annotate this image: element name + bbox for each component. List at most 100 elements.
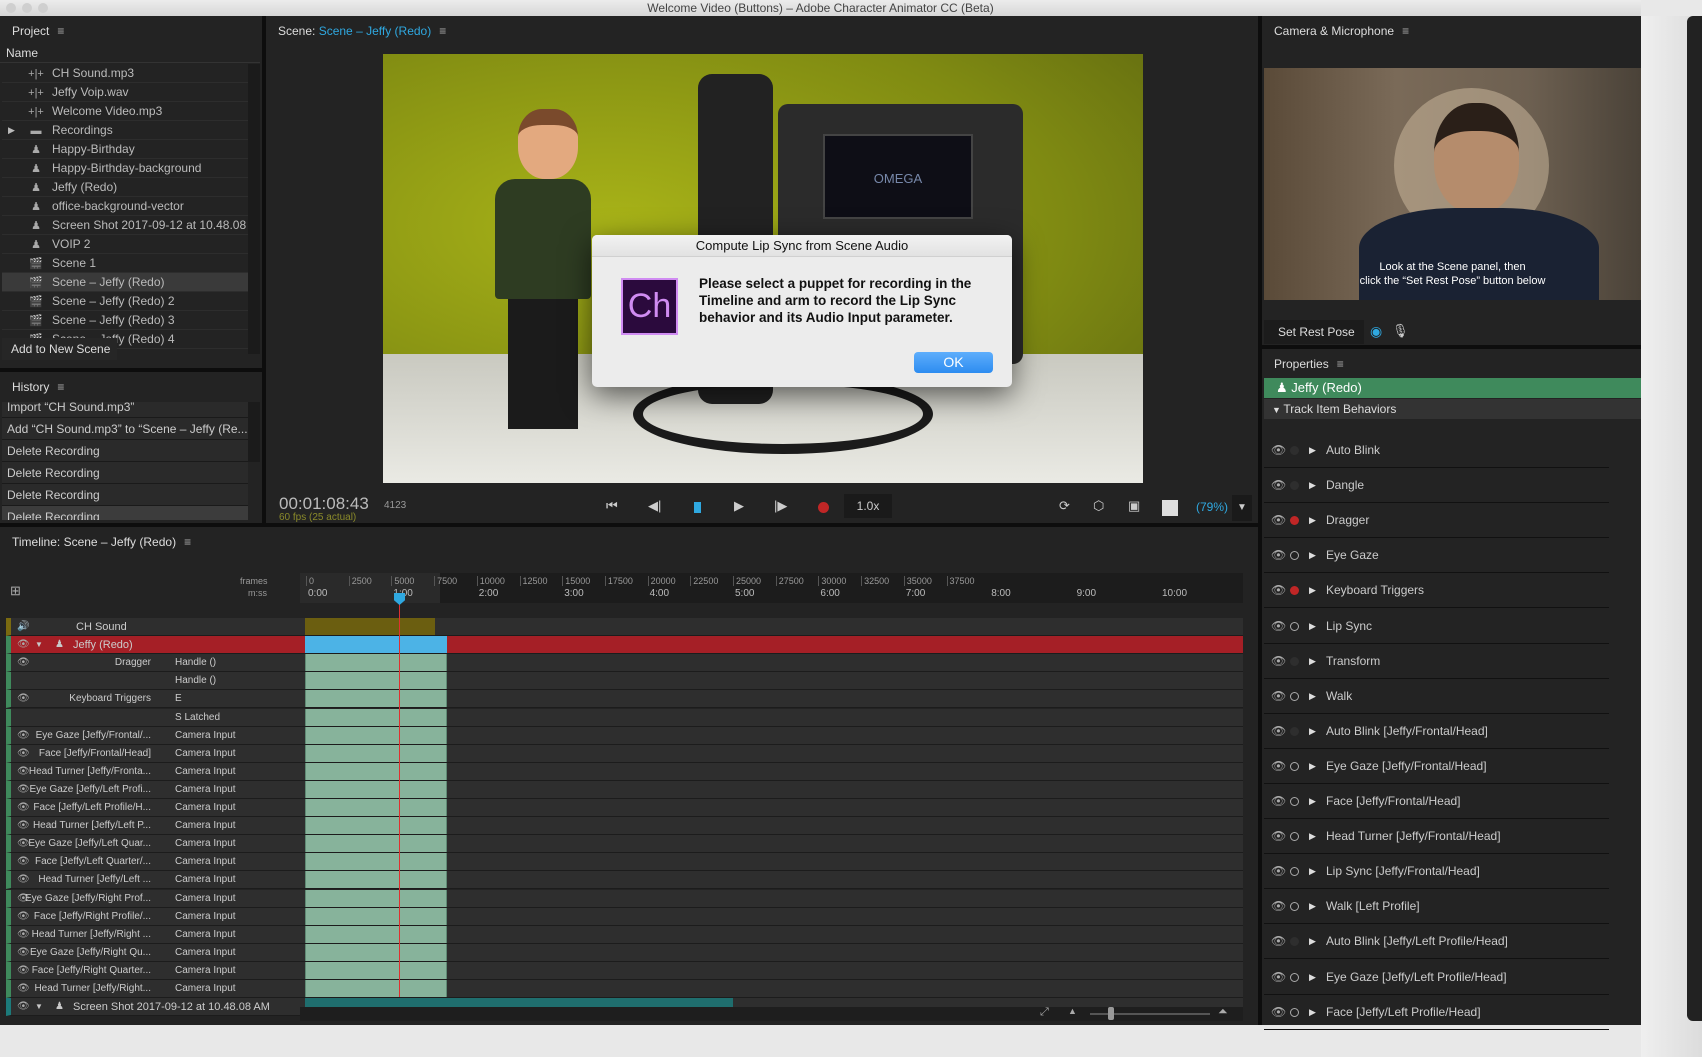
timeline-options-icon[interactable]: ⊞ [10,583,21,599]
step-back-icon[interactable]: ◀| [648,498,661,514]
eye-icon[interactable]: 👁 [17,853,30,871]
eye-icon[interactable]: 👁 [1271,819,1286,854]
timeline-track[interactable]: 👁 Camera Input Head Turner [Jeffy/Right ..… [6,925,1243,944]
eye-icon[interactable]: 👁 [1271,889,1286,924]
timeline-track[interactable]: 👁 Camera Input Eye Gaze [Jeffy/Left Quar..… [6,835,1243,854]
eye-icon[interactable]: 👁 [1271,433,1286,468]
eye-icon[interactable]: 👁 [1271,468,1286,503]
behavior-row[interactable]: 👁 ▶ Dangle [1264,468,1609,504]
recording-clip[interactable] [305,726,447,744]
timeline-track[interactable]: 👁 Camera Input Head Turner [Jeffy/Left ... [6,871,1243,890]
expand-triangle-icon[interactable]: ▶ [1309,644,1316,679]
stop-icon[interactable] [694,502,701,513]
eye-icon[interactable]: 👁 [1271,854,1286,889]
expand-triangle-icon[interactable]: ▶ [1309,679,1316,714]
go-to-start-icon[interactable]: ⏮ [606,498,618,514]
zoom-out-icon[interactable]: ▲ [1068,1006,1077,1016]
timeline-track[interactable]: 👁 Camera Input Face [Jeffy/Left Quarter/..… [6,853,1243,872]
recording-clip[interactable] [305,744,447,762]
eye-icon[interactable]: 👁 [1271,679,1286,714]
track-item-behaviors-section[interactable]: ▼ Track Item Behaviors [1264,399,1641,419]
eye-icon[interactable]: 👁 [17,926,30,944]
arm-record-icon[interactable] [1290,481,1299,491]
timeline-track[interactable]: 👁 Camera Input Eye Gaze [Jeffy/Frontal/... [6,726,1243,745]
behavior-row[interactable]: 👁 ▶ Walk [1264,679,1609,714]
eye-icon[interactable]: 👁 [17,908,30,926]
timeline-track[interactable]: 👁 Camera Input Eye Gaze [Jeffy/Right Qu... [6,943,1243,962]
eye-icon[interactable]: 👁 [1271,503,1286,538]
puppet-track-bar[interactable] [305,636,447,654]
expand-triangle-icon[interactable]: ▶ [1309,538,1316,573]
recording-clip[interactable] [305,672,447,690]
history-item[interactable]: Import “CH Sound.mp3” [2,402,248,418]
audio-clip[interactable] [305,618,435,635]
cast-icon[interactable]: ▣ [1128,498,1140,514]
panel-menu-icon[interactable]: ≡ [439,24,446,38]
behavior-row[interactable]: 👁 ▶ Head Turner [Jeffy/Frontal/Head] [1264,819,1609,855]
play-icon[interactable]: ▶ [734,498,744,514]
camera-toggle-icon[interactable]: ◉ [1370,323,1382,340]
eye-icon[interactable]: 👁 [17,962,30,980]
recording-clip[interactable] [305,871,447,889]
project-item[interactable]: 🎬 Scene – Jeffy (Redo) [2,273,248,292]
eye-icon[interactable]: 👁 [1271,573,1286,608]
eye-icon[interactable]: 👁 [17,998,30,1016]
recording-clip[interactable] [305,690,447,708]
expand-triangle-icon[interactable]: ▶ [8,121,15,139]
eye-icon[interactable]: 👁 [17,727,30,745]
arm-record-icon[interactable] [1290,656,1299,666]
arm-record-icon[interactable] [1290,516,1299,526]
project-item[interactable]: ♟ Screen Shot 2017-09-12 at 10.48.08 [2,216,248,235]
behavior-row[interactable]: 👁 ▶ Face [Jeffy/Frontal/Head] [1264,784,1609,819]
eye-icon[interactable]: 👁 [17,980,30,998]
arm-record-icon[interactable] [1290,586,1299,596]
project-item[interactable]: 🎬 Scene 1 [2,254,248,273]
history-scrollbar[interactable] [248,402,260,462]
expand-triangle-icon[interactable]: ▶ [1309,433,1316,468]
project-item[interactable]: ♟ Jeffy (Redo) [2,178,248,197]
arm-record-icon[interactable] [1290,761,1299,771]
timeline-track[interactable]: 👁 Camera Input Face [Jeffy/Right Profile/.… [6,907,1243,926]
collapse-triangle-icon[interactable]: ▼ [35,998,43,1016]
arm-record-icon[interactable] [1290,832,1299,842]
expand-triangle-icon[interactable]: ▶ [1309,609,1316,644]
playback-speed[interactable]: 1.0x [844,494,892,518]
timeline-track[interactable]: Handle () [6,672,1243,691]
zoom-level[interactable]: (79%) [1196,500,1228,514]
timeline-track[interactable]: 👁 Camera Input Head Turner [Jeffy/Fronta..… [6,762,1243,781]
arm-record-icon[interactable] [1290,937,1299,947]
timeline-track[interactable]: S Latched [6,708,1243,727]
microphone-icon[interactable]: 🎙 [1392,323,1409,339]
timeline-track[interactable]: 👁 Camera Input Eye Gaze [Jeffy/Right Prof.… [6,889,1243,908]
loop-icon[interactable]: ⟳ [1059,498,1070,514]
expand-triangle-icon[interactable]: ▶ [1309,749,1316,784]
zoom-window-button[interactable] [38,3,48,13]
eye-icon[interactable]: 👁 [17,871,30,889]
timeline-track[interactable]: 👁 Camera Input Head Turner [Jeffy/Left P..… [6,817,1243,836]
fit-icon[interactable]: ⤢ [1040,1006,1049,1019]
behavior-row[interactable]: 👁 ▶ Transform [1264,644,1609,679]
collapse-triangle-icon[interactable]: ▼ [35,636,43,654]
playhead-handle[interactable] [394,593,405,605]
arm-record-icon[interactable] [1290,867,1299,877]
recording-clip[interactable] [305,762,447,780]
project-item[interactable]: ▶ ▬ Recordings [2,121,248,140]
recording-clip[interactable] [305,925,447,943]
eye-icon[interactable]: 👁 [1271,784,1286,819]
timeline-track[interactable]: 👁 ▼ ♟ Jeffy (Redo) [6,636,1243,655]
project-item[interactable]: 🎬 Scene – Jeffy (Redo) 2 [2,292,248,311]
recording-clip[interactable] [305,961,447,979]
expand-triangle-icon[interactable]: ▶ [1309,889,1316,924]
record-icon[interactable] [818,502,829,513]
eye-icon[interactable]: 👁 [1271,995,1286,1030]
arm-record-icon[interactable] [1290,446,1299,455]
timeline-ruler[interactable]: 0 2500 5000 7500 10000 12500 15000 17500 20000 22… [300,573,1243,603]
behavior-row[interactable]: 👁 ▶ Eye Gaze [Jeffy/Left Profile/Head] [1264,960,1609,995]
arm-record-icon[interactable] [1290,621,1299,631]
history-item[interactable]: Delete Recording [2,484,248,506]
eye-icon[interactable]: 👁 [1271,714,1286,749]
expand-triangle-icon[interactable]: ▶ [1309,819,1316,854]
project-item[interactable]: +|+ Welcome Video.mp3 [2,102,248,121]
eye-icon[interactable]: 👁 [17,763,30,781]
eye-icon[interactable]: 👁 [17,781,30,799]
